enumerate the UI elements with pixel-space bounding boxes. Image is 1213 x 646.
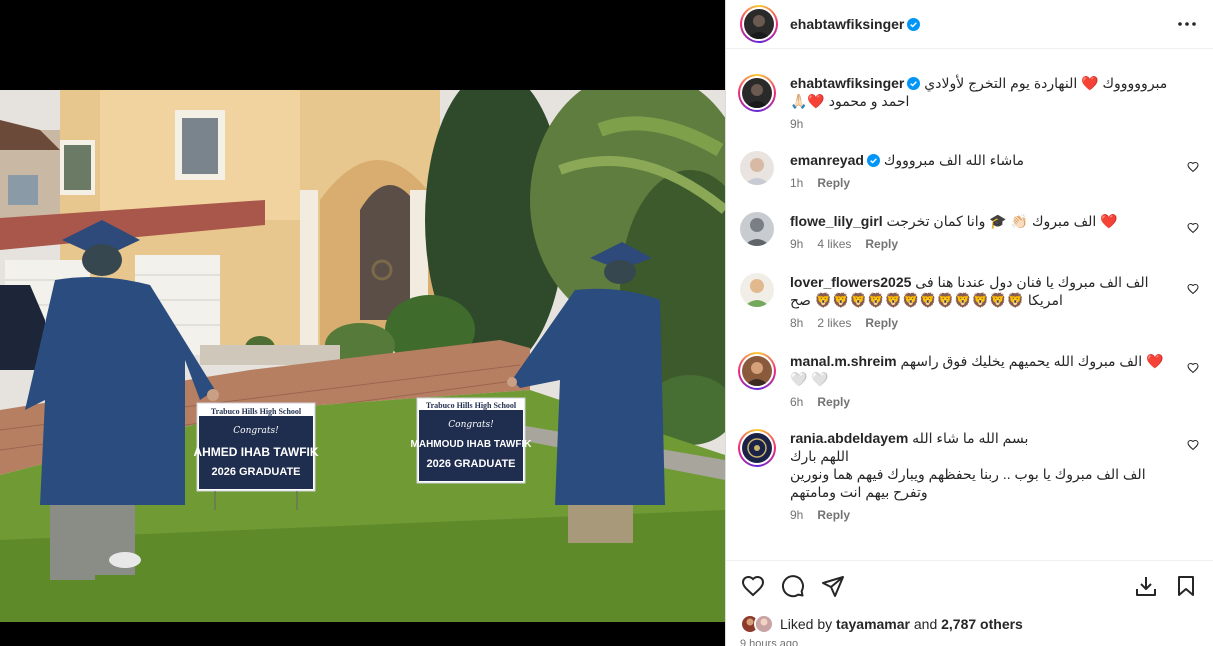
comment-avatar[interactable] [740,151,774,185]
heart-icon[interactable] [1187,222,1199,234]
caption-username[interactable]: ehabtawfiksinger [790,75,904,91]
heart-icon[interactable] [1187,439,1199,451]
comment-username[interactable]: manal.m.shreim [790,353,897,369]
likes-text[interactable]: Liked by tayamamar and 2,787 others [780,616,1023,632]
post-photo: Trabuco Hills High School Congrats! AHME… [0,90,725,622]
reply-button[interactable]: Reply [865,316,898,330]
sign-right-name: MAHMOUD IHAB TAWFIK [411,439,533,450]
sign-left-grad: 2026 GRADUATE [211,466,300,478]
caption-time: 9h [790,117,804,131]
comment-item: manal.m.shreim ❤️ الف مبروك الله يحميهم … [738,352,1199,409]
comment-username[interactable]: lover_flowers2025 [790,274,911,290]
download-icon [1136,576,1156,596]
author-username[interactable]: ehabtawfiksinger [790,16,904,32]
sign-right: Trabuco Hills High School Congrats! MAHM… [411,397,533,484]
comment-item: rania.abdeldayem بسم الله ما شاء الله ال… [738,429,1199,522]
save-button[interactable] [1173,573,1199,599]
comment-time: 1h [790,176,804,190]
comment-icon [782,574,804,597]
likes-user[interactable]: tayamamar [836,616,910,632]
comment-avatar[interactable] [740,212,774,246]
likes-others[interactable]: 2,787 others [941,616,1023,632]
share-button[interactable] [820,573,846,599]
sign-left-name: AHMED IHAB TAWFIK [193,445,318,459]
like-button[interactable] [740,573,766,599]
liker-avatar [754,614,774,634]
download-button[interactable] [1133,573,1159,599]
comment-avatar[interactable] [740,273,774,307]
more-options-button[interactable] [1175,12,1199,36]
sign-right-congrats: Congrats! [448,420,494,430]
post-panel: ehabtawfiksinger ehabtawfiksinger مبرووو… [725,0,1213,646]
comment-item: lover_flowers2025 الف الف مبروك يا فنان … [740,273,1199,330]
reply-button[interactable]: Reply [817,508,850,522]
post-media[interactable]: Trabuco Hills High School Congrats! AHME… [0,0,725,646]
heart-icon[interactable] [1187,161,1199,173]
verified-icon [907,17,921,31]
share-icon [822,575,844,597]
author-avatar[interactable] [740,5,778,43]
comment-likes[interactable]: 2 likes [817,316,851,330]
heart-icon[interactable] [1187,362,1199,374]
sign-right-grad: 2026 GRADUATE [426,458,515,470]
comment-item: emanreyad ماشاء الله الف مبروووك 1h Reply [740,151,1199,190]
bookmark-icon [1178,575,1194,596]
comment-username[interactable]: rania.abdeldayem [790,430,908,446]
post-actions [726,560,1213,610]
post-time: 9 hours ago [740,638,799,646]
comment-button[interactable] [780,573,806,599]
comments-list[interactable]: ehabtawfiksinger مبروووووك ❤️ النهاردة ي… [726,55,1213,560]
verified-icon [866,154,880,167]
heart-icon [741,575,765,596]
sign-left-school: Trabuco Hills High School [211,407,302,416]
comment-avatar[interactable] [738,429,776,467]
comment-text: ماشاء الله الف مبروووك [883,152,1025,168]
reply-button[interactable]: Reply [865,237,898,251]
comment-time: 9h [790,508,804,522]
comment-username[interactable]: flowe_lily_girl [790,213,883,229]
verified-icon [907,77,921,90]
caption-avatar[interactable] [738,74,776,112]
more-icon [1178,22,1196,26]
sign-right-school: Trabuco Hills High School [426,401,517,410]
comment-time: 9h [790,237,804,251]
comment-time: 8h [790,316,804,330]
reply-button[interactable]: Reply [817,395,850,409]
comment-time: 6h [790,395,804,409]
reply-button[interactable]: Reply [817,176,850,190]
comment-text: ❤️ الف مبروك 👏🏻 🎓 وانا كمان تخرجت [886,213,1118,229]
caption: ehabtawfiksinger مبروووووك ❤️ النهاردة ي… [738,74,1199,131]
likes-prefix: Liked by [780,616,833,632]
comment-username[interactable]: emanreyad [790,152,864,168]
sign-left-congrats: Congrats! [233,426,279,436]
comment-avatar[interactable] [738,352,776,390]
post-header: ehabtawfiksinger [726,0,1213,49]
comment-item: flowe_lily_girl ❤️ الف مبروك 👏🏻 🎓 وانا ك… [740,212,1199,251]
likes-summary: Liked by tayamamar and 2,787 others [740,614,1199,634]
likes-and: and [913,616,938,632]
comment-likes[interactable]: 4 likes [817,237,851,251]
heart-icon[interactable] [1187,283,1199,295]
